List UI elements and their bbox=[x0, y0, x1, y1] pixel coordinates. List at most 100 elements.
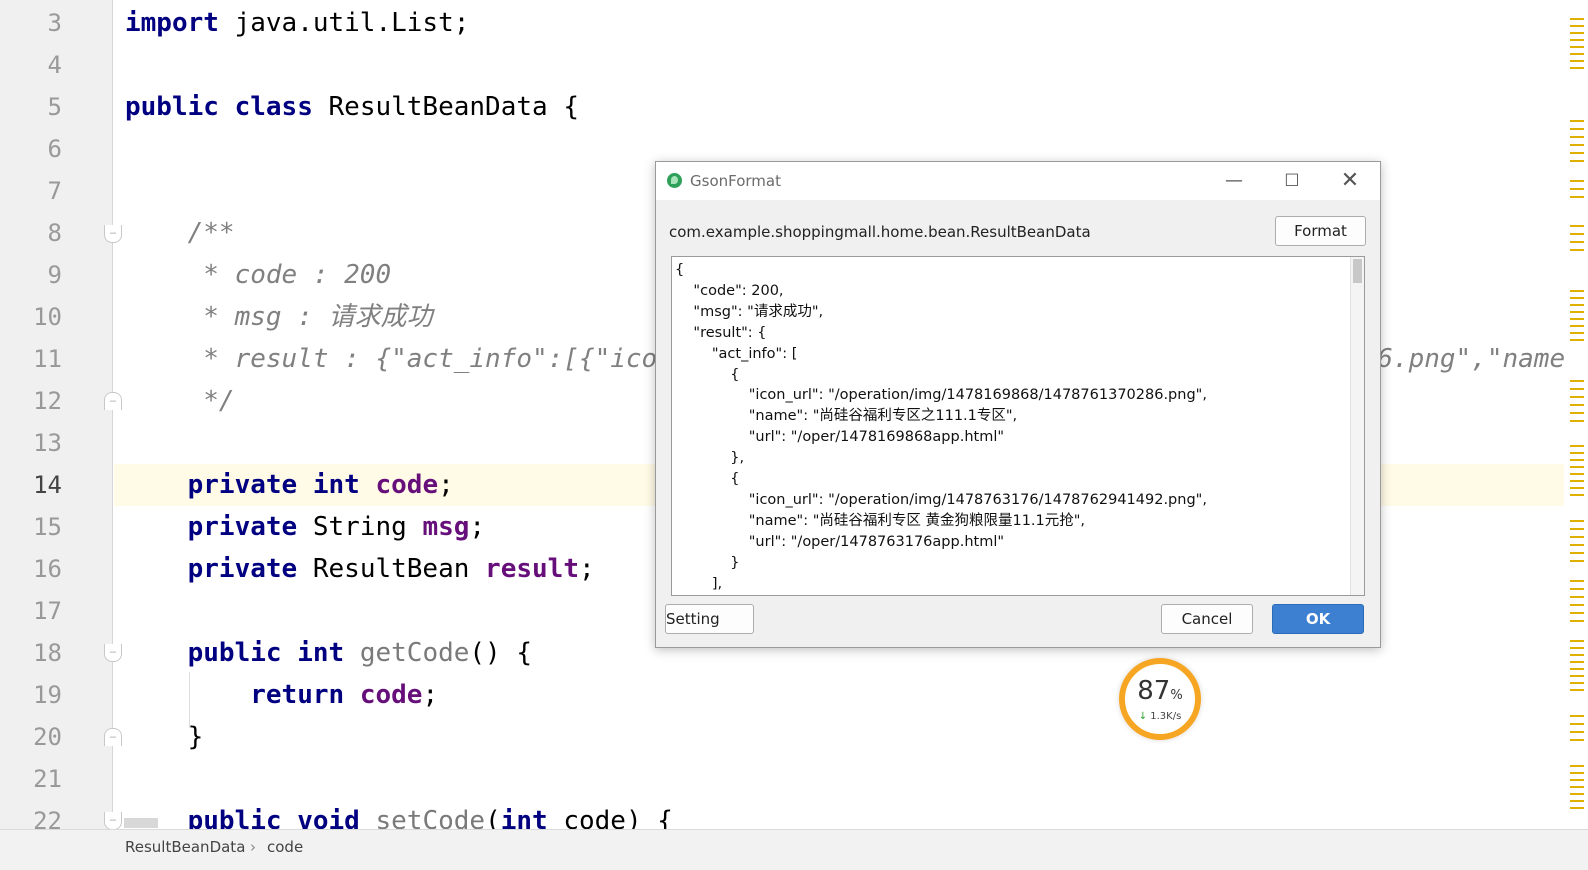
code-line[interactable]: public void setCode(int code) { bbox=[125, 800, 673, 829]
stripe-marker[interactable] bbox=[1570, 588, 1584, 590]
stripe-marker[interactable] bbox=[1570, 311, 1584, 313]
format-button[interactable]: Format bbox=[1275, 216, 1366, 246]
stripe-marker[interactable] bbox=[1570, 800, 1584, 802]
stripe-marker[interactable] bbox=[1570, 290, 1584, 292]
stripe-marker[interactable] bbox=[1570, 772, 1584, 774]
stripe-marker[interactable] bbox=[1570, 668, 1584, 670]
code-line[interactable]: * code : 200 bbox=[125, 254, 391, 296]
stripe-marker[interactable] bbox=[1570, 689, 1584, 691]
code-line[interactable]: */ bbox=[125, 380, 234, 422]
code-line[interactable]: private int code; bbox=[125, 464, 454, 506]
close-button[interactable]: ✕ bbox=[1330, 166, 1370, 196]
stripe-marker[interactable] bbox=[1570, 420, 1584, 422]
stripe-marker[interactable] bbox=[1570, 528, 1584, 530]
stripe-marker[interactable] bbox=[1570, 249, 1584, 251]
stripe-marker[interactable] bbox=[1570, 46, 1584, 48]
stripe-marker[interactable] bbox=[1570, 612, 1584, 614]
horizontal-scrollbar[interactable] bbox=[124, 818, 158, 828]
fold-marker-icon[interactable]: − bbox=[104, 392, 122, 410]
stripe-marker[interactable] bbox=[1570, 487, 1584, 489]
dialog-titlebar[interactable]: GsonFormat — ☐ ✕ bbox=[656, 162, 1380, 200]
stripe-marker[interactable] bbox=[1570, 60, 1584, 62]
stripe-marker[interactable] bbox=[1570, 196, 1584, 198]
stripe-marker[interactable] bbox=[1570, 786, 1584, 788]
stripe-marker[interactable] bbox=[1570, 445, 1584, 447]
stripe-marker[interactable] bbox=[1570, 723, 1584, 725]
stripe-marker[interactable] bbox=[1570, 473, 1584, 475]
setting-button[interactable]: Setting bbox=[665, 604, 754, 634]
stripe-marker[interactable] bbox=[1570, 53, 1584, 55]
stripe-marker[interactable] bbox=[1570, 544, 1584, 546]
stripe-marker[interactable] bbox=[1570, 225, 1584, 227]
stripe-marker[interactable] bbox=[1570, 25, 1584, 27]
breadcrumb-member[interactable]: code bbox=[267, 838, 303, 856]
stripe-marker[interactable] bbox=[1570, 388, 1584, 390]
maximize-button[interactable]: ☐ bbox=[1272, 166, 1312, 196]
stripe-marker[interactable] bbox=[1570, 466, 1584, 468]
stripe-marker[interactable] bbox=[1570, 715, 1584, 717]
cancel-button[interactable]: Cancel bbox=[1161, 604, 1253, 634]
stripe-marker[interactable] bbox=[1570, 596, 1584, 598]
stripe-marker[interactable] bbox=[1570, 647, 1584, 649]
stripe-marker[interactable] bbox=[1570, 459, 1584, 461]
stripe-marker[interactable] bbox=[1570, 779, 1584, 781]
code-line[interactable]: private ResultBean result; bbox=[125, 548, 595, 590]
stripe-marker[interactable] bbox=[1570, 144, 1584, 146]
stripe-marker[interactable] bbox=[1570, 241, 1584, 243]
stripe-marker[interactable] bbox=[1570, 739, 1584, 741]
stripe-marker[interactable] bbox=[1570, 318, 1584, 320]
code-line[interactable]: import java.util.List; bbox=[125, 2, 469, 44]
code-line[interactable]: } bbox=[125, 716, 204, 758]
stripe-marker[interactable] bbox=[1570, 39, 1584, 41]
code-line[interactable]: public class ResultBeanData { bbox=[125, 86, 579, 128]
stripe-marker[interactable] bbox=[1570, 494, 1584, 496]
stripe-marker[interactable] bbox=[1570, 180, 1584, 182]
code-line[interactable]: return code; bbox=[125, 674, 438, 716]
code-line[interactable]: public int getCode() { bbox=[125, 632, 532, 674]
fold-marker-icon[interactable]: − bbox=[104, 812, 122, 830]
line-number-gutter[interactable]: 3 4 5 6 7 8 9 10 11 12 13 14 15 16 17 18 19 20 21 22 bbox=[0, 0, 113, 835]
stripe-marker[interactable] bbox=[1570, 654, 1584, 656]
stripe-marker[interactable] bbox=[1570, 520, 1584, 522]
stripe-marker[interactable] bbox=[1570, 661, 1584, 663]
stripe-marker[interactable] bbox=[1570, 297, 1584, 299]
error-stripe-bar[interactable] bbox=[1564, 0, 1588, 829]
stripe-marker[interactable] bbox=[1570, 604, 1584, 606]
stripe-marker[interactable] bbox=[1570, 452, 1584, 454]
stripe-marker[interactable] bbox=[1570, 640, 1584, 642]
stripe-marker[interactable] bbox=[1570, 160, 1584, 162]
breadcrumb-class[interactable]: ResultBeanData bbox=[125, 838, 245, 856]
stripe-marker[interactable] bbox=[1570, 32, 1584, 34]
stripe-marker[interactable] bbox=[1570, 580, 1584, 582]
stripe-marker[interactable] bbox=[1570, 120, 1584, 122]
stripe-marker[interactable] bbox=[1570, 304, 1584, 306]
stripe-marker[interactable] bbox=[1570, 325, 1584, 327]
code-line[interactable]: /** bbox=[125, 212, 235, 254]
stripe-marker[interactable] bbox=[1570, 380, 1584, 382]
stripe-marker[interactable] bbox=[1570, 620, 1584, 622]
stripe-marker[interactable] bbox=[1570, 18, 1584, 20]
stripe-marker[interactable] bbox=[1570, 731, 1584, 733]
stripe-marker[interactable] bbox=[1570, 404, 1584, 406]
stripe-marker[interactable] bbox=[1570, 339, 1584, 341]
stripe-marker[interactable] bbox=[1570, 793, 1584, 795]
stripe-marker[interactable] bbox=[1570, 480, 1584, 482]
ok-button[interactable]: OK bbox=[1272, 604, 1364, 634]
fold-marker-icon[interactable]: − bbox=[104, 225, 122, 243]
json-scrollbar[interactable] bbox=[1350, 257, 1364, 595]
stripe-marker[interactable] bbox=[1570, 560, 1584, 562]
stripe-marker[interactable] bbox=[1570, 188, 1584, 190]
stripe-marker[interactable] bbox=[1570, 412, 1584, 414]
code-line[interactable]: private String msg; bbox=[125, 506, 485, 548]
stripe-marker[interactable] bbox=[1570, 682, 1584, 684]
stripe-marker[interactable] bbox=[1570, 536, 1584, 538]
json-input[interactable]: { "code": 200, "msg": "请求成功", "result": … bbox=[671, 256, 1365, 596]
network-speed-widget[interactable]: 87% ↓ 1.3K/s bbox=[1119, 658, 1201, 740]
stripe-marker[interactable] bbox=[1570, 136, 1584, 138]
stripe-marker[interactable] bbox=[1570, 675, 1584, 677]
minimize-button[interactable]: — bbox=[1214, 166, 1254, 196]
stripe-marker[interactable] bbox=[1570, 128, 1584, 130]
stripe-marker[interactable] bbox=[1570, 152, 1584, 154]
fold-marker-icon[interactable]: − bbox=[104, 728, 122, 746]
json-scrollbar-thumb[interactable] bbox=[1353, 259, 1362, 283]
